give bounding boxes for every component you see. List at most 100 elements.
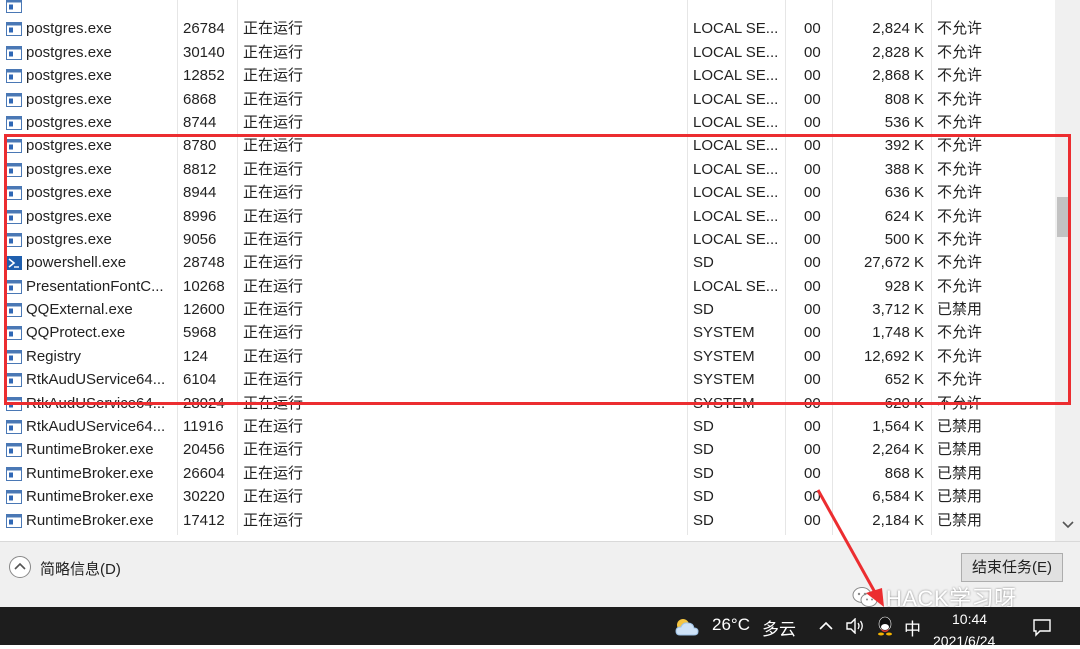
cloud-icon[interactable] bbox=[674, 617, 700, 637]
clock-time[interactable]: 10:44 bbox=[952, 611, 987, 627]
process-cpu: 00 bbox=[804, 114, 828, 132]
process-user: LOCAL SE... bbox=[693, 161, 781, 179]
process-pid: 8812 bbox=[183, 161, 235, 179]
process-cpu: 00 bbox=[804, 465, 828, 483]
notification-icon[interactable] bbox=[1032, 617, 1052, 637]
process-name: postgres.exe bbox=[26, 208, 174, 226]
end-task-button[interactable]: 结束任务(E) bbox=[961, 553, 1063, 582]
process-status: 正在运行 bbox=[243, 512, 323, 530]
table-row[interactable]: QQExternal.exe 12600 正在运行 SD 00 3,712 K … bbox=[0, 298, 1055, 321]
process-memory: 388 K bbox=[836, 161, 924, 179]
process-user: LOCAL SE... bbox=[693, 44, 781, 62]
table-row[interactable]: RuntimeBroker.exe 30220 正在运行 SD 00 6,584… bbox=[0, 485, 1055, 508]
windows-taskbar: 26°C 多云 中 10:44 2021/6/24 bbox=[0, 607, 1080, 645]
process-name: postgres.exe bbox=[26, 67, 174, 85]
process-memory: 12,692 K bbox=[836, 348, 924, 366]
process-memory: 636 K bbox=[836, 184, 924, 202]
weather-description[interactable]: 多云 bbox=[762, 615, 796, 640]
process-name: RuntimeBroker.exe bbox=[26, 441, 174, 459]
vertical-scrollbar[interactable] bbox=[1055, 0, 1080, 541]
process-pid: 30220 bbox=[183, 488, 235, 506]
process-cpu: 00 bbox=[804, 324, 828, 342]
table-row[interactable]: postgres.exe 8944 正在运行 LOCAL SE... 00 63… bbox=[0, 181, 1055, 204]
table-row[interactable]: PresentationFontC... 10268 正在运行 LOCAL SE… bbox=[0, 275, 1055, 298]
table-row[interactable]: postgres.exe 9056 正在运行 LOCAL SE... 00 50… bbox=[0, 228, 1055, 251]
process-uac-virtualization: 已禁用 bbox=[937, 465, 1017, 483]
process-cpu: 00 bbox=[804, 488, 828, 506]
process-user: SD bbox=[693, 441, 781, 459]
table-row[interactable]: RtkAudUService64... 11916 正在运行 SD 00 1,5… bbox=[0, 415, 1055, 438]
app-icon bbox=[6, 490, 22, 504]
table-row[interactable]: RuntimeBroker.exe 26604 正在运行 SD 00 868 K… bbox=[0, 462, 1055, 485]
process-name: RuntimeBroker.exe bbox=[26, 465, 174, 483]
process-user: SD bbox=[693, 488, 781, 506]
chevron-up-icon[interactable] bbox=[818, 621, 834, 631]
table-row[interactable] bbox=[0, 0, 1055, 17]
process-user: LOCAL SE... bbox=[693, 20, 781, 38]
process-name: postgres.exe bbox=[26, 91, 174, 109]
scrollbar-thumb[interactable] bbox=[1057, 197, 1068, 237]
app-icon bbox=[6, 467, 22, 481]
process-memory: 500 K bbox=[836, 231, 924, 249]
table-row[interactable]: RtkAudUService64... 6104 正在运行 SYSTEM 00 … bbox=[0, 368, 1055, 391]
process-pid: 30140 bbox=[183, 44, 235, 62]
process-memory: 1,748 K bbox=[836, 324, 924, 342]
table-row[interactable]: postgres.exe 26784 正在运行 LOCAL SE... 00 2… bbox=[0, 17, 1055, 40]
process-uac-virtualization: 已禁用 bbox=[937, 301, 1017, 319]
clock-date[interactable]: 2021/6/24 bbox=[933, 633, 995, 649]
process-uac-virtualization: 已禁用 bbox=[937, 488, 1017, 506]
process-user: LOCAL SE... bbox=[693, 278, 781, 296]
process-cpu: 00 bbox=[804, 254, 828, 272]
app-icon bbox=[6, 350, 22, 364]
process-uac-virtualization: 不允许 bbox=[937, 324, 1017, 342]
process-cpu: 00 bbox=[804, 67, 828, 85]
table-row[interactable]: postgres.exe 6868 正在运行 LOCAL SE... 00 80… bbox=[0, 88, 1055, 111]
app-icon bbox=[6, 163, 22, 177]
table-row[interactable]: RtkAudUService64... 28024 正在运行 SYSTEM 00… bbox=[0, 392, 1055, 415]
process-name: RtkAudUService64... bbox=[26, 371, 174, 389]
table-row[interactable]: powershell.exe 28748 正在运行 SD 00 27,672 K… bbox=[0, 251, 1055, 274]
table-row[interactable]: postgres.exe 8744 正在运行 LOCAL SE... 00 53… bbox=[0, 111, 1055, 134]
process-memory: 3,712 K bbox=[836, 301, 924, 319]
process-table: postgres.exe 26784 正在运行 LOCAL SE... 00 2… bbox=[0, 0, 1055, 535]
process-user: LOCAL SE... bbox=[693, 91, 781, 109]
table-row[interactable]: Registry 124 正在运行 SYSTEM 00 12,692 K 不允许 bbox=[0, 345, 1055, 368]
table-row[interactable]: RuntimeBroker.exe 20456 正在运行 SD 00 2,264… bbox=[0, 438, 1055, 461]
watermark-text: HACK学习呀 bbox=[886, 581, 1017, 607]
qq-icon[interactable] bbox=[876, 616, 894, 636]
table-row[interactable]: RuntimeBroker.exe 15996 正在运行 SD 00 792 K… bbox=[0, 532, 1055, 535]
process-user: LOCAL SE... bbox=[693, 184, 781, 202]
scroll-down-arrow-icon[interactable] bbox=[1055, 515, 1080, 535]
process-status: 正在运行 bbox=[243, 488, 323, 506]
app-icon bbox=[6, 514, 22, 528]
process-status: 正在运行 bbox=[243, 20, 323, 38]
table-row[interactable]: postgres.exe 8780 正在运行 LOCAL SE... 00 39… bbox=[0, 134, 1055, 157]
process-pid: 28748 bbox=[183, 254, 235, 272]
table-row[interactable]: QQProtect.exe 5968 正在运行 SYSTEM 00 1,748 … bbox=[0, 321, 1055, 344]
process-pid: 8944 bbox=[183, 184, 235, 202]
process-status: 正在运行 bbox=[243, 301, 323, 319]
table-row[interactable]: postgres.exe 8812 正在运行 LOCAL SE... 00 38… bbox=[0, 158, 1055, 181]
process-uac-virtualization: 不允许 bbox=[937, 20, 1017, 38]
process-user: LOCAL SE... bbox=[693, 67, 781, 85]
fewer-details-link[interactable]: 简略信息(D) bbox=[40, 558, 121, 579]
process-uac-virtualization: 已禁用 bbox=[937, 512, 1017, 530]
process-name: PresentationFontC... bbox=[26, 278, 174, 296]
process-cpu: 00 bbox=[804, 184, 828, 202]
process-pid: 5968 bbox=[183, 324, 235, 342]
process-uac-virtualization: 不允许 bbox=[937, 348, 1017, 366]
process-name: powershell.exe bbox=[26, 254, 174, 272]
process-name: postgres.exe bbox=[26, 231, 174, 249]
process-status: 正在运行 bbox=[243, 184, 323, 202]
process-status: 正在运行 bbox=[243, 208, 323, 226]
speaker-icon[interactable] bbox=[845, 618, 865, 634]
ime-indicator[interactable]: 中 bbox=[904, 615, 921, 640]
collapse-chevron-icon[interactable] bbox=[9, 556, 31, 578]
process-user: LOCAL SE... bbox=[693, 208, 781, 226]
table-row[interactable]: postgres.exe 30140 正在运行 LOCAL SE... 00 2… bbox=[0, 41, 1055, 64]
table-row[interactable]: RuntimeBroker.exe 17412 正在运行 SD 00 2,184… bbox=[0, 509, 1055, 532]
process-uac-virtualization: 不允许 bbox=[937, 67, 1017, 85]
table-row[interactable]: postgres.exe 12852 正在运行 LOCAL SE... 00 2… bbox=[0, 64, 1055, 87]
weather-temperature[interactable]: 26°C bbox=[712, 615, 750, 635]
table-row[interactable]: postgres.exe 8996 正在运行 LOCAL SE... 00 62… bbox=[0, 205, 1055, 228]
